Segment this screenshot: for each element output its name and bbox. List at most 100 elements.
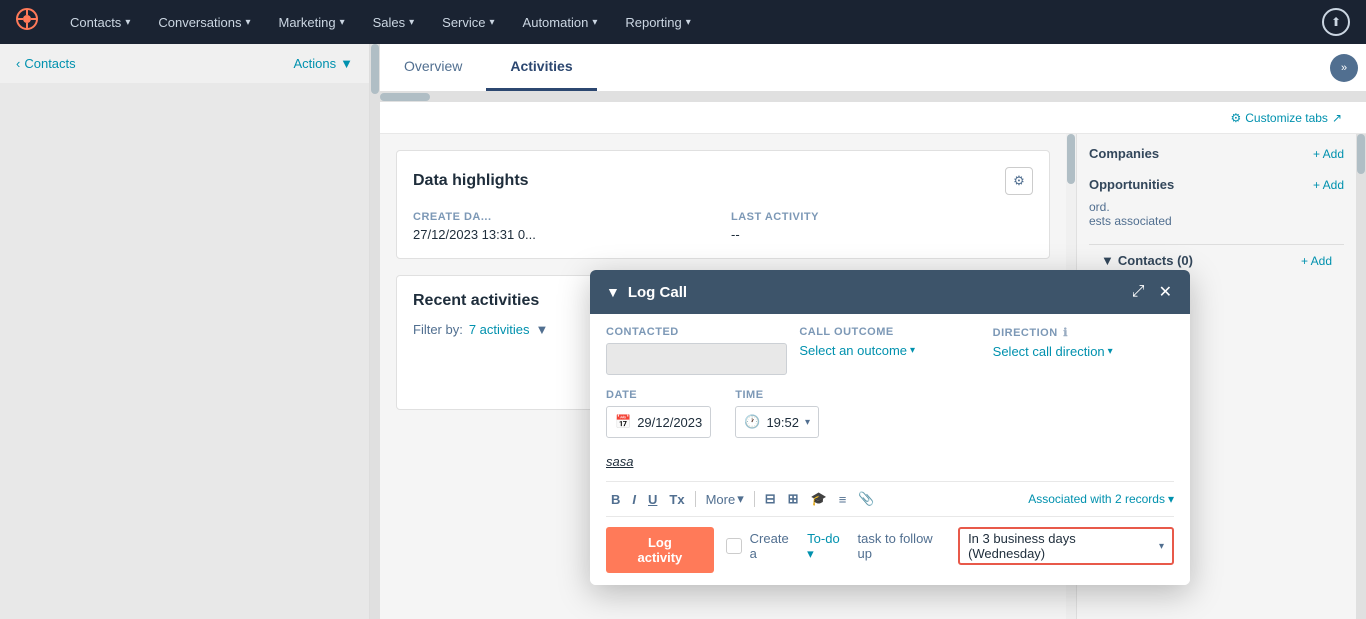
left-scrollbar[interactable] — [370, 44, 380, 619]
modal-close-button[interactable]: ✕ — [1157, 280, 1174, 304]
opportunities-add-button[interactable]: + Add — [1313, 178, 1344, 192]
call-outcome-field: Call outcome Select an outcome ▾ — [799, 326, 980, 375]
create-date-value: 27/12/2023 13:31 0... — [413, 227, 536, 242]
toolbar-left: B I U Tx More ▾ ⊟ ⊞ 🎓 ≡ 📎 — [606, 488, 880, 510]
nav-marketing[interactable]: Marketing ▾ — [266, 9, 356, 36]
direction-chevron-icon: ▾ — [1108, 346, 1113, 357]
more-button[interactable]: More ▾ — [701, 488, 749, 510]
nav-reporting-chevron: ▾ — [686, 17, 691, 28]
create-date-label: CREATE DA... — [413, 211, 715, 223]
time-input[interactable]: 🕐 19:52 ▾ — [735, 406, 819, 438]
data-highlights-card: Data highlights ⚙ CREATE DA... 27/12/202… — [396, 150, 1050, 259]
filter-chevron-icon[interactable]: ▼ — [536, 322, 549, 337]
sidebar-header: ‹ Contacts Actions ▼ — [0, 44, 369, 83]
actions-chevron-icon: ▼ — [340, 56, 353, 71]
right-opportunities-header: Opportunities + Add — [1089, 177, 1344, 192]
select-direction-text: Select call direction — [993, 344, 1105, 359]
time-value: 19:52 — [766, 415, 799, 430]
customize-tabs-bar: ⚙ Customize tabs ↗ — [380, 102, 1366, 134]
data-highlights-title: Data highlights — [413, 172, 529, 190]
toolbar-icon3-button[interactable]: 🎓 — [806, 488, 832, 510]
followup-checkbox[interactable] — [726, 538, 742, 554]
right-inner-scrollbar-thumb — [1067, 134, 1075, 184]
date-field: Date 📅 29/12/2023 — [606, 389, 711, 438]
nav-service-chevron: ▾ — [490, 17, 495, 28]
date-input[interactable]: 📅 29/12/2023 — [606, 406, 711, 438]
followup-todo-link[interactable]: To-do ▾ — [807, 531, 849, 562]
nav-conversations[interactable]: Conversations ▾ — [146, 9, 262, 36]
tab-expand-button[interactable]: » — [1330, 54, 1358, 82]
outer-right-scrollbar-thumb — [1357, 134, 1365, 174]
last-activity-label: LAST ACTIVITY — [731, 211, 1033, 223]
select-outcome-text: Select an outcome — [799, 343, 907, 358]
toolbar-separator-2 — [754, 491, 755, 507]
hubspot-logo[interactable] — [16, 8, 38, 36]
nav-sales[interactable]: Sales ▾ — [361, 9, 427, 36]
sidebar-contacts-link[interactable]: ‹ Contacts — [16, 56, 76, 71]
expand-icon: ⤢ — [1132, 283, 1145, 300]
toolbar-icon2-button[interactable]: ⊞ — [783, 488, 804, 510]
tx-button[interactable]: Tx — [664, 489, 689, 510]
modal-expand-button[interactable]: ⤢ — [1130, 281, 1147, 303]
tab-activities[interactable]: Activities — [486, 44, 596, 91]
underline-button[interactable]: U — [643, 489, 662, 510]
modal-title: Log Call — [628, 284, 687, 301]
outer-right-scrollbar[interactable] — [1356, 134, 1366, 619]
left-sidebar: ‹ Contacts Actions ▼ — [0, 44, 370, 619]
followup-label: Create a — [750, 531, 800, 561]
date-highlight-box[interactable]: In 3 business days (Wednesday) ▾ — [958, 527, 1174, 565]
direction-select[interactable]: Select call direction ▾ — [993, 344, 1174, 359]
filter-by-label: Filter by: — [413, 322, 463, 337]
customize-tabs-link[interactable]: ⚙ Customize tabs ↗ — [1230, 111, 1342, 125]
close-icon: ✕ — [1159, 284, 1172, 301]
associated-records-button[interactable]: Associated with 2 records ▾ — [1028, 492, 1174, 506]
tab-overview[interactable]: Overview — [380, 44, 486, 91]
time-field: Time 🕐 19:52 ▾ — [735, 389, 819, 438]
direction-field: Direction ℹ Select call direction ▾ — [993, 326, 1174, 375]
todo-chevron-icon: ▾ — [807, 546, 814, 561]
modal-footer-row: Log activity Create a To-do ▾ task to fo… — [606, 527, 1174, 573]
modal-header-left: ▼ Log Call — [606, 284, 687, 301]
more-chevron-icon: ▾ — [737, 491, 744, 507]
contacted-input[interactable] — [606, 343, 787, 375]
log-call-modal: ▼ Log Call ⤢ ✕ Contacted — [590, 270, 1190, 585]
nav-reporting[interactable]: Reporting ▾ — [613, 9, 702, 36]
nav-right-section: ⬆ — [1322, 8, 1350, 36]
toolbar-icon5-button[interactable]: 📎 — [853, 488, 879, 510]
modal-fields-row: Contacted Call outcome Select an outcome… — [606, 326, 1174, 375]
modal-collapse-button[interactable]: ▼ — [606, 284, 620, 300]
nav-service[interactable]: Service ▾ — [430, 9, 506, 36]
upload-button[interactable]: ⬆ — [1322, 8, 1350, 36]
nav-automation-chevron: ▾ — [592, 17, 597, 28]
date-highlight-text: In 3 business days (Wednesday) — [968, 531, 1155, 561]
modal-header: ▼ Log Call ⤢ ✕ — [590, 270, 1190, 314]
data-highlights-settings-button[interactable]: ⚙ — [1005, 167, 1033, 195]
call-outcome-select[interactable]: Select an outcome ▾ — [799, 343, 980, 358]
contacts-chevron-icon[interactable]: ▼ — [1101, 253, 1114, 268]
companies-add-button[interactable]: + Add — [1313, 147, 1344, 161]
note-text[interactable]: sasa — [606, 452, 1174, 471]
nav-marketing-chevron: ▾ — [340, 17, 345, 28]
right-companies-header: Companies + Add — [1089, 146, 1344, 161]
filter-count-button[interactable]: 7 activities — [469, 322, 530, 337]
data-highlights-fields: CREATE DA... 27/12/2023 13:31 0... LAST … — [413, 211, 1033, 242]
italic-button[interactable]: I — [627, 489, 641, 510]
top-scrollbar[interactable] — [380, 92, 1366, 102]
toolbar-icon4-button[interactable]: ≡ — [834, 489, 852, 510]
nav-automation[interactable]: Automation ▾ — [511, 9, 610, 36]
log-activity-button[interactable]: Log activity — [606, 527, 714, 573]
contacts-add-button[interactable]: + Add — [1301, 254, 1332, 268]
call-outcome-label: Call outcome — [799, 326, 980, 338]
calendar-icon: 📅 — [615, 414, 631, 430]
sidebar-actions-button[interactable]: Actions ▼ — [293, 56, 353, 71]
time-label: Time — [735, 389, 819, 401]
contacted-label: Contacted — [606, 326, 787, 338]
bold-button[interactable]: B — [606, 489, 625, 510]
date-time-row: Date 📅 29/12/2023 Time 🕐 19:52 ▾ — [606, 389, 1174, 438]
nav-contacts[interactable]: Contacts ▾ — [58, 9, 142, 36]
tabs-bar: Overview Activities » — [380, 44, 1366, 92]
modal-body: Contacted Call outcome Select an outcome… — [590, 314, 1190, 585]
toolbar-icon1-button[interactable]: ⊟ — [760, 488, 781, 510]
back-chevron-icon: ‹ — [16, 56, 20, 71]
companies-title: Companies — [1089, 146, 1159, 161]
